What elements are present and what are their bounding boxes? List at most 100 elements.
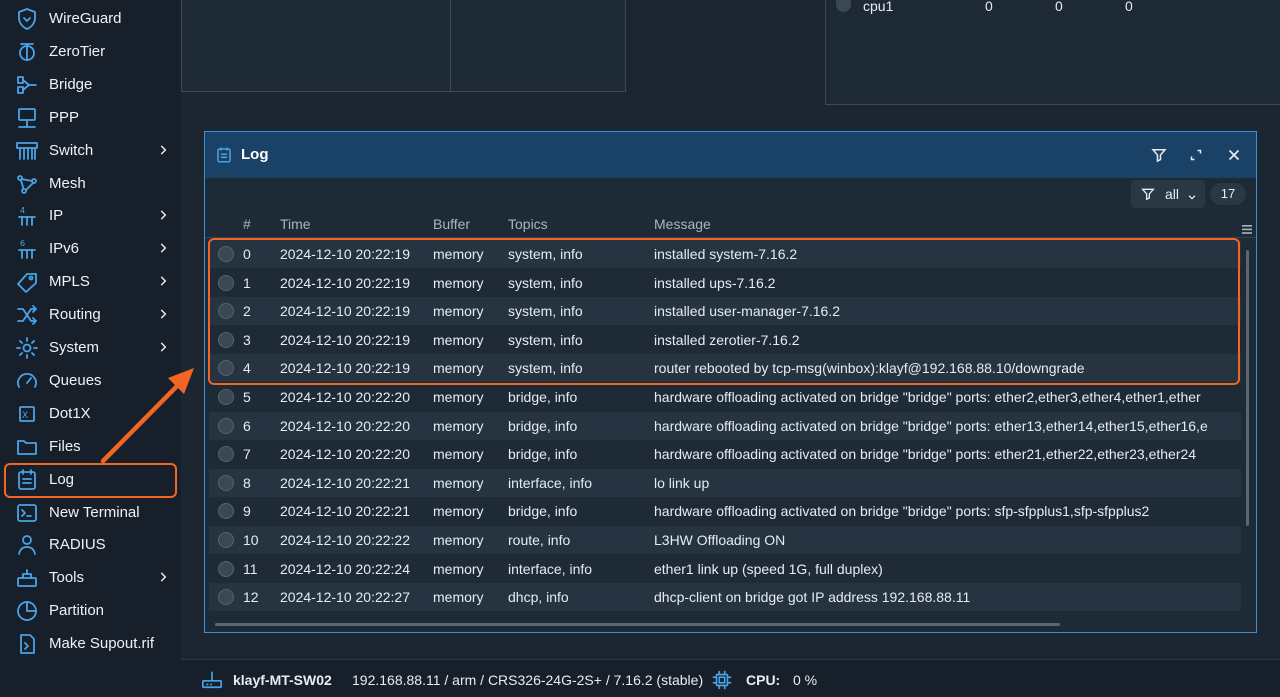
- table-row[interactable]: 2 2024-12-10 20:22:19 memory system, info in…: [209, 297, 1241, 326]
- filter-button[interactable]: [1150, 146, 1168, 164]
- bg-row-value-2: 0: [1055, 0, 1063, 14]
- col-num[interactable]: #: [243, 216, 251, 232]
- table-row[interactable]: 6 2024-12-10 20:22:20 memory bridge, info ha…: [209, 411, 1241, 440]
- table-row[interactable]: 4 2024-12-10 20:22:19 memory system, info ro…: [209, 354, 1241, 383]
- sidebar-item-dot1x[interactable]: X Dot1X: [0, 397, 181, 430]
- cell-time: 2024-12-10 20:22:20: [280, 446, 410, 463]
- sidebar-item-mpls[interactable]: MPLS: [0, 265, 181, 298]
- cell-time: 2024-12-10 20:22:19: [280, 331, 410, 348]
- row-checkbox[interactable]: [218, 331, 234, 348]
- col-buffer[interactable]: Buffer: [433, 216, 470, 232]
- cell-num: 5: [243, 389, 251, 405]
- sidebar-item-mesh[interactable]: Mesh: [0, 167, 181, 200]
- row-checkbox[interactable]: [218, 589, 234, 606]
- cell-message: hardware offloading activated on bridge …: [654, 417, 1208, 434]
- funnel-icon: [1140, 186, 1156, 202]
- col-topics[interactable]: Topics: [508, 216, 548, 232]
- cpu-icon: [711, 669, 733, 691]
- topic-filter-select[interactable]: all: [1131, 180, 1205, 208]
- row-checkbox[interactable]: [218, 503, 234, 520]
- row-checkbox[interactable]: [218, 274, 234, 291]
- cell-time: 2024-12-10 20:22:19: [280, 246, 410, 262]
- maximize-button[interactable]: [1187, 146, 1205, 164]
- bg-row-checkbox[interactable]: [836, 0, 851, 12]
- table-row[interactable]: 5 2024-12-10 20:22:20 memory bridge, info ha…: [209, 383, 1241, 411]
- row-checkbox[interactable]: [218, 417, 234, 434]
- topic-filter-value: all: [1165, 186, 1180, 202]
- cell-buffer: memory: [433, 360, 484, 377]
- row-checkbox[interactable]: [218, 446, 234, 463]
- supout-icon: [15, 632, 39, 656]
- row-checkbox[interactable]: [218, 246, 234, 262]
- log-rows: 0 2024-12-10 20:22:19 memory system, info in…: [205, 240, 1241, 614]
- folder-icon: [15, 435, 39, 459]
- chevron-right-icon: [156, 570, 170, 584]
- sidebar-item-make-supout-rif[interactable]: Make Supout.rif: [0, 627, 181, 660]
- background-panel-left: [181, 0, 626, 92]
- table-row[interactable]: 11 2024-12-10 20:22:24 memory interface, in…: [209, 555, 1241, 583]
- cell-message: lo link up: [654, 474, 710, 491]
- row-checkbox[interactable]: [218, 532, 234, 548]
- table-row[interactable]: 0 2024-12-10 20:22:19 memory system, info in…: [209, 240, 1241, 268]
- row-checkbox[interactable]: [218, 389, 234, 405]
- sidebar-item-partition[interactable]: Partition: [0, 594, 181, 627]
- sidebar-item-files[interactable]: Files: [0, 430, 181, 463]
- cell-topics: interface, info: [508, 474, 593, 491]
- cell-num: 8: [243, 474, 251, 491]
- sidebar-item-queues[interactable]: Queues: [0, 364, 181, 397]
- row-checkbox[interactable]: [218, 474, 234, 491]
- table-row[interactable]: 12 2024-12-10 20:22:27 memory dhcp, info dhc…: [209, 583, 1241, 612]
- log-titlebar[interactable]: Log: [205, 132, 1256, 178]
- vertical-scrollbar[interactable]: [1246, 250, 1249, 526]
- log-window: Log all 17 # Time Buffer Topics Message: [204, 131, 1257, 633]
- sidebar-item-label: Routing: [49, 306, 101, 324]
- cell-message: installed zerotier-7.16.2: [654, 331, 800, 348]
- cell-buffer: memory: [433, 503, 484, 520]
- sidebar-item-label: PPP: [49, 108, 80, 126]
- cell-time: 2024-12-10 20:22:19: [280, 274, 410, 291]
- terminal-icon: [15, 501, 39, 525]
- cell-message: hardware offloading activated on bridge …: [654, 503, 1150, 520]
- cell-buffer: memory: [433, 446, 484, 463]
- row-checkbox[interactable]: [218, 303, 234, 320]
- close-button[interactable]: [1225, 146, 1243, 164]
- sidebar-item-ppp[interactable]: PPP: [0, 101, 181, 134]
- status-bar: klayf-MT-SW02 192.168.88.11 / arm / CRS3…: [181, 659, 1280, 697]
- sidebar-item-label: New Terminal: [49, 503, 140, 521]
- table-row[interactable]: 9 2024-12-10 20:22:21 memory bridge, info ha…: [209, 497, 1241, 525]
- table-row[interactable]: 7 2024-12-10 20:22:20 memory bridge, info ha…: [209, 440, 1241, 468]
- sidebar-item-bridge[interactable]: Bridge: [0, 68, 181, 101]
- cpu-label: CPU:: [746, 672, 781, 688]
- sidebar-item-radius[interactable]: RADIUS: [0, 528, 181, 561]
- col-message[interactable]: Message: [654, 216, 711, 232]
- cell-num: 6: [243, 417, 251, 434]
- horizontal-scrollbar[interactable]: [215, 623, 1060, 626]
- partition-icon: [15, 599, 39, 623]
- sidebar-item-zerotier[interactable]: ZeroTier: [0, 35, 181, 68]
- bg-row-value-3: 0: [1125, 0, 1133, 14]
- dot1x-icon: X: [15, 402, 39, 426]
- sidebar-item-wireguard[interactable]: WireGuard: [0, 2, 181, 35]
- table-row[interactable]: 3 2024-12-10 20:22:19 memory system, info in…: [209, 326, 1241, 354]
- sidebar-item-ip[interactable]: 4 IP: [0, 199, 181, 232]
- bg-row-label: cpu1: [863, 0, 894, 14]
- sidebar-item-label: RADIUS: [49, 536, 106, 554]
- sidebar-item-routing[interactable]: Routing: [0, 298, 181, 331]
- row-checkbox[interactable]: [218, 560, 234, 577]
- column-menu-icon[interactable]: [1242, 221, 1252, 234]
- table-row[interactable]: 10 2024-12-10 20:22:22 memory route, info L3…: [209, 526, 1241, 554]
- row-checkbox[interactable]: [218, 360, 234, 377]
- sidebar-item-ipv6[interactable]: 6 IPv6: [0, 232, 181, 265]
- sidebar-item-tools[interactable]: Tools: [0, 561, 181, 594]
- cell-num: 11: [243, 560, 258, 577]
- sidebar-item-new-terminal[interactable]: New Terminal: [0, 496, 181, 529]
- sidebar-item-label: Make Supout.rif: [49, 635, 155, 653]
- cell-topics: bridge, info: [508, 446, 578, 463]
- table-row[interactable]: 1 2024-12-10 20:22:19 memory system, info in…: [209, 269, 1241, 297]
- sidebar-item-system[interactable]: System: [0, 331, 181, 364]
- cell-message: installed ups-7.16.2: [654, 274, 776, 291]
- table-row[interactable]: 8 2024-12-10 20:22:21 memory interface, inf…: [209, 468, 1241, 497]
- log-table-header: # Time Buffer Topics Message: [205, 212, 1256, 238]
- col-time[interactable]: Time: [280, 216, 311, 232]
- sidebar-item-switch[interactable]: Switch: [0, 134, 181, 167]
